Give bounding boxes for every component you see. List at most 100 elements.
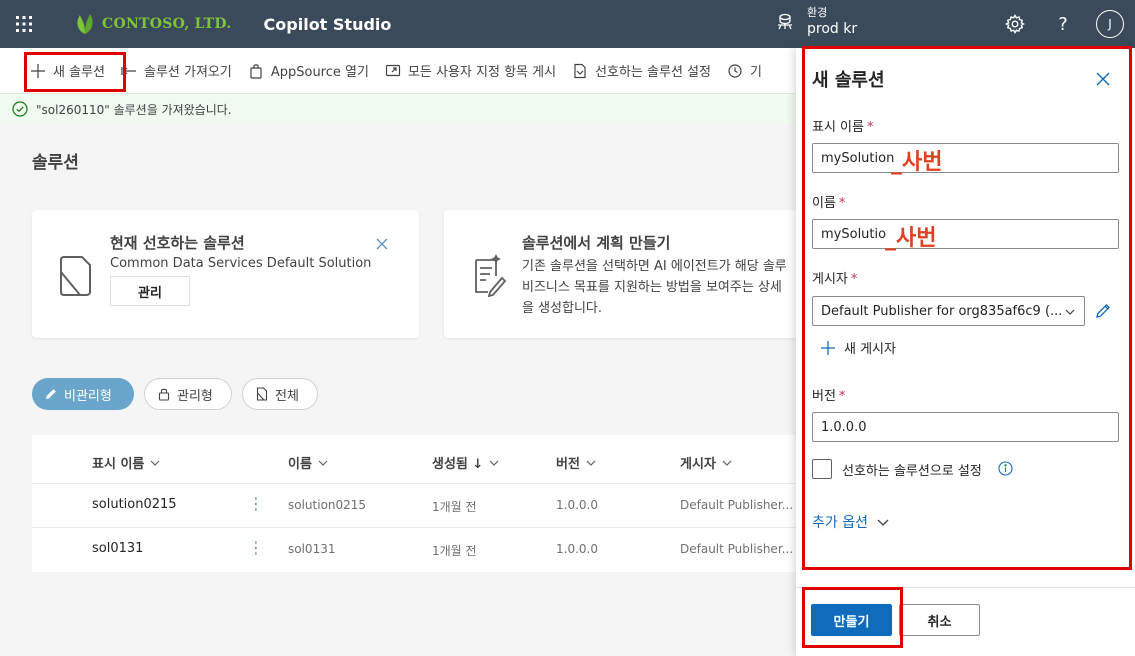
- preferred-solution-settings-label: 선호하는 솔루션 설정: [595, 65, 711, 80]
- avatar[interactable]: J: [1096, 10, 1124, 38]
- row-name: sol0131: [288, 542, 336, 556]
- row-display-name[interactable]: sol0131: [92, 541, 143, 556]
- import-solution-label: 솔루션 가져오기: [143, 65, 232, 80]
- help-button[interactable]: ?: [1051, 12, 1075, 36]
- create-plan-description: 기존 솔루션을 선택하면 AI 에이전트가 해당 솔루 비즈니스 목표를 지원하…: [522, 256, 787, 319]
- column-header-version[interactable]: 버전: [556, 453, 597, 472]
- close-icon[interactable]: [374, 236, 390, 252]
- row-display-name[interactable]: solution0215: [92, 497, 177, 512]
- column-header-publisher[interactable]: 게시자: [680, 453, 733, 472]
- required-mark: *: [850, 272, 858, 287]
- top-header: CONTOSO, LTD. Copilot Studio 환경 prod kr …: [0, 0, 1135, 48]
- version-input[interactable]: 1.0.0.0: [812, 412, 1119, 442]
- open-appsource-label: AppSource 열기: [270, 65, 369, 80]
- settings-button[interactable]: [1003, 12, 1027, 36]
- environment-label: 환경: [807, 6, 828, 19]
- column-publisher-label: 게시자: [680, 457, 716, 472]
- more-options-label: 추가 옵션: [812, 515, 868, 531]
- create-plan-card: 솔루션에서 계획 만들기 기존 솔루션을 선택하면 AI 에이전트가 해당 솔루…: [444, 210, 800, 338]
- display-name-value: mySolution: [821, 150, 895, 166]
- open-appsource-button[interactable]: AppSource 열기: [248, 61, 369, 80]
- edit-publisher-pencil-icon[interactable]: [1094, 302, 1112, 320]
- filter-unmanaged-label: 비관리형: [64, 388, 112, 404]
- row-version: 1.0.0.0: [556, 498, 598, 512]
- filter-managed[interactable]: 관리형: [144, 378, 232, 410]
- new-publisher-button[interactable]: 새 게시자: [820, 338, 896, 357]
- display-name-label: 표시 이름 *: [812, 116, 873, 135]
- preferred-solution-card: 현재 선호하는 솔루션 Common Data Services Default…: [32, 210, 419, 338]
- history-label: 기: [749, 65, 762, 80]
- row-publisher: Default Publisher...: [680, 498, 794, 512]
- column-header-display-name[interactable]: 표시 이름: [92, 453, 161, 472]
- more-options-icon[interactable]: ⋮: [248, 494, 264, 513]
- chevron-down-icon: [150, 460, 160, 466]
- chevron-down-icon: [1065, 309, 1075, 315]
- environment-picker[interactable]: 환경 prod kr: [775, 4, 857, 37]
- company-logo: CONTOSO, LTD.: [74, 12, 232, 36]
- page-title: 솔루션: [32, 153, 79, 173]
- preferred-solution-checkbox-label[interactable]: 선호하는 솔루션으로 설정: [842, 460, 982, 479]
- chevron-down-icon: [489, 460, 499, 466]
- name-value: mySolutio: [821, 226, 887, 242]
- create-button-highlight: [802, 587, 903, 648]
- display-name-input[interactable]: mySolution: [812, 143, 1119, 173]
- row-created: 1개월 전: [432, 500, 477, 514]
- column-header-created[interactable]: 생성됨 ↓: [432, 453, 500, 472]
- create-plan-description-line3: 을 생성합니다.: [522, 301, 603, 316]
- display-name-label-text: 표시 이름: [812, 120, 864, 135]
- document-settings-icon: [574, 63, 586, 78]
- version-value: 1.0.0.0: [821, 419, 867, 435]
- publisher-label-text: 게시자: [812, 272, 848, 287]
- required-mark: *: [838, 196, 846, 211]
- table-row[interactable]: sol0131 ⋮ sol0131 1개월 전 1.0.0.0 Default …: [32, 527, 800, 571]
- name-input[interactable]: mySolutio: [812, 219, 1119, 249]
- filter-all[interactable]: 전체: [242, 378, 318, 410]
- cancel-button[interactable]: 취소: [899, 604, 980, 636]
- history-icon: [728, 63, 742, 78]
- publish-all-label: 모든 사용자 지정 항목 게시: [407, 65, 557, 80]
- filter-all-label: 전체: [275, 388, 299, 404]
- column-display-name-label: 표시 이름: [92, 457, 145, 472]
- solution-document-icon: [60, 256, 91, 296]
- filter-unmanaged[interactable]: 비관리형: [32, 378, 134, 410]
- create-plan-description-line1: 기존 솔루션을 선택하면 AI 에이전트가 해당 솔루: [522, 259, 787, 274]
- required-mark: *: [866, 120, 874, 135]
- lock-icon: [158, 388, 170, 401]
- app-launcher-button[interactable]: [0, 0, 48, 48]
- import-solution-button[interactable]: 솔루션 가져오기: [121, 61, 232, 80]
- row-created: 1개월 전: [432, 544, 477, 558]
- shopping-bag-icon: [250, 63, 262, 79]
- notification-message: "sol260110" 솔루션을 가져왔습니다.: [36, 102, 232, 117]
- filter-managed-label: 관리형: [177, 388, 213, 404]
- history-button[interactable]: 기: [727, 61, 762, 80]
- column-version-label: 버전: [556, 457, 580, 472]
- info-icon[interactable]: [998, 461, 1013, 476]
- table-row[interactable]: solution0215 ⋮ solution0215 1개월 전 1.0.0.…: [32, 483, 800, 527]
- manage-button[interactable]: 관리: [110, 276, 190, 306]
- app-title[interactable]: Copilot Studio: [264, 15, 392, 34]
- required-mark: *: [838, 389, 846, 404]
- leaf-logo-icon: [77, 14, 93, 34]
- document-edit-icon: [475, 254, 507, 298]
- column-name-label: 이름: [288, 457, 312, 472]
- preferred-solution-checkbox[interactable]: [812, 459, 832, 479]
- row-version: 1.0.0.0: [556, 542, 598, 556]
- version-label: 버전 *: [812, 385, 845, 404]
- publish-all-button[interactable]: 모든 사용자 지정 항목 게시: [385, 61, 556, 80]
- name-label: 이름 *: [812, 192, 845, 211]
- new-publisher-label: 새 게시자: [844, 342, 896, 357]
- column-header-name[interactable]: 이름: [288, 453, 329, 472]
- more-options-icon[interactable]: ⋮: [248, 538, 264, 557]
- preferred-solution-title: 현재 선호하는 솔루션: [110, 234, 245, 252]
- close-icon[interactable]: [1095, 71, 1111, 87]
- publisher-dropdown[interactable]: Default Publisher for org835af6c9 (...: [812, 296, 1085, 326]
- panel-title: 새 솔루션: [812, 70, 885, 91]
- plus-icon: [821, 340, 835, 355]
- more-options-toggle[interactable]: 추가 옵션: [812, 512, 890, 532]
- chevron-down-icon: [877, 519, 889, 526]
- environment-icon: [778, 13, 792, 29]
- preferred-solution-settings-button[interactable]: 선호하는 솔루션 설정: [572, 61, 711, 80]
- column-created-label: 생성됨 ↓: [432, 457, 484, 472]
- pencil-icon: [46, 389, 56, 399]
- waffle-icon: [16, 16, 32, 32]
